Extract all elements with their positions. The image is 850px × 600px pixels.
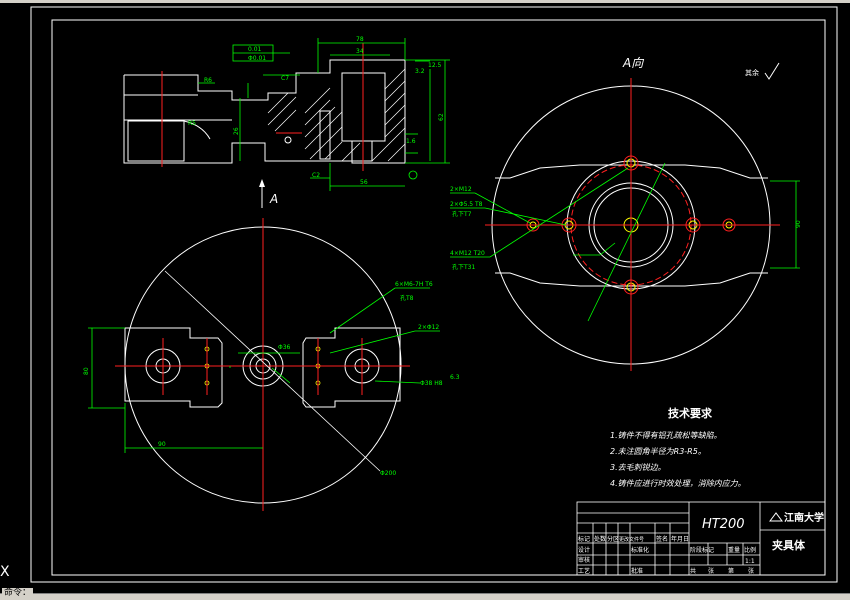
tech-item-3: 3.去毛刺锐边。 xyxy=(610,463,666,472)
roughness-4: 6.3 xyxy=(450,374,460,381)
svg-text:张: 张 xyxy=(708,567,714,575)
tolerance-1: 0.01 xyxy=(248,46,262,53)
roughness-1: 3.2 xyxy=(415,68,425,75)
dim-c2: C2 xyxy=(312,172,320,179)
technical-requirements: 技术要求 1.铸件不得有铝孔疏松等缺陷。 2.未注圆角半径为R3-R5。 3.去… xyxy=(610,406,746,488)
svg-text:重量: 重量 xyxy=(728,546,740,554)
roughness-other-note: 其余 xyxy=(745,62,780,80)
holes-2xphi12: 2×Φ12 xyxy=(418,324,439,331)
dim-phi36: Φ36 xyxy=(278,344,291,351)
svg-text:工艺: 工艺 xyxy=(578,567,590,575)
a-direction-view[interactable]: A向 其余 2×M12 2×Φ5.5 T8 孔下T7 4×M12 T20 孔下T… xyxy=(450,56,802,371)
svg-text:1:1: 1:1 xyxy=(745,558,755,565)
dim-right-90: 90 xyxy=(795,220,802,228)
roughness-3: 1.6 xyxy=(406,138,416,145)
svg-text:更改文件号: 更改文件号 xyxy=(619,536,644,543)
command-line-text[interactable]: 命令： xyxy=(2,588,34,598)
school-name: 江南大学 xyxy=(784,511,824,524)
svg-text:共: 共 xyxy=(690,567,696,575)
material-label: HT200 xyxy=(702,517,745,532)
tech-item-1: 1.铸件不得有铝孔疏松等缺陷。 xyxy=(610,431,722,440)
dim-90: 90 xyxy=(158,441,166,448)
ucs-x-axis-icon: X xyxy=(0,564,10,580)
holes-4xm12-depth: 孔下T31 xyxy=(452,263,475,271)
top-view[interactable]: 80 90 6×M6-7H T6 孔T8 2×Φ12 Φ38 H8 Φ36 Φ2… xyxy=(83,218,460,511)
tolerance-2: Φ0.01 xyxy=(248,55,266,62)
dim-phi200: Φ200 xyxy=(380,470,396,477)
svg-text:签名: 签名 xyxy=(656,535,668,543)
dim-62: 62 xyxy=(438,113,445,121)
svg-text:处数: 处数 xyxy=(594,535,606,543)
holes-4xm12: 4×M12 T20 xyxy=(450,250,485,257)
svg-text:A: A xyxy=(269,192,278,206)
svg-text:分区: 分区 xyxy=(607,535,619,543)
svg-text:审核: 审核 xyxy=(578,556,590,564)
dim-56: 56 xyxy=(360,179,368,186)
svg-text:阶段标记: 阶段标记 xyxy=(690,546,714,554)
svg-text:比例: 比例 xyxy=(744,546,756,554)
holes-6xm6: 6×M6-7H T6 xyxy=(395,281,433,288)
holes-2xm12: 2×M12 xyxy=(450,186,472,193)
svg-text:批准: 批准 xyxy=(631,567,643,575)
view-arrow-a: A xyxy=(259,179,278,208)
svg-text:第: 第 xyxy=(728,567,734,575)
svg-text:其余: 其余 xyxy=(745,68,759,77)
tech-title: 技术要求 xyxy=(668,406,713,420)
dim-78: 78 xyxy=(356,36,364,43)
sheet-outer-border xyxy=(30,6,838,583)
front-section-view[interactable]: 78 34 56 62 26 C7 C2 R6 R5 0.01 Φ0.01 3.… xyxy=(123,36,450,191)
tech-item-4: 4.铸件应进行时效处理，消除内应力。 xyxy=(610,479,746,488)
holes-2xphi55-depth: 孔下T7 xyxy=(452,210,472,218)
svg-text:张: 张 xyxy=(748,567,754,575)
dim-r5: R5 xyxy=(188,120,196,127)
dim-phi38: Φ38 H8 xyxy=(420,380,443,387)
sheet-inner-frame xyxy=(51,19,826,576)
roughness-2: 12.5 xyxy=(428,62,442,69)
dim-80: 80 xyxy=(83,367,90,375)
school-logo: 江南大学 xyxy=(769,511,824,524)
a-view-title: A向 xyxy=(622,56,644,70)
dim-34: 34 xyxy=(356,48,364,55)
tech-item-2: 2.未注圆角半径为R3-R5。 xyxy=(610,447,706,456)
cad-drawing-canvas[interactable]: 78 34 56 62 26 C7 C2 R6 R5 0.01 Φ0.01 3.… xyxy=(0,3,850,593)
part-name: 夹具体 xyxy=(772,538,806,552)
svg-text:年月日: 年月日 xyxy=(671,535,689,543)
holes-2xphi55: 2×Φ5.5 T8 xyxy=(450,201,483,208)
dim-c7: C7 xyxy=(281,75,289,82)
svg-text:标准化: 标准化 xyxy=(631,546,649,554)
dim-26: 26 xyxy=(233,127,240,135)
svg-text:设计: 设计 xyxy=(578,546,590,554)
holes-6xm6-depth: 孔T8 xyxy=(400,294,414,302)
drawing-viewport[interactable]: 78 34 56 62 26 C7 C2 R6 R5 0.01 Φ0.01 3.… xyxy=(0,3,850,593)
dim-r6: R6 xyxy=(204,77,212,84)
svg-text:标记: 标记 xyxy=(578,535,590,543)
